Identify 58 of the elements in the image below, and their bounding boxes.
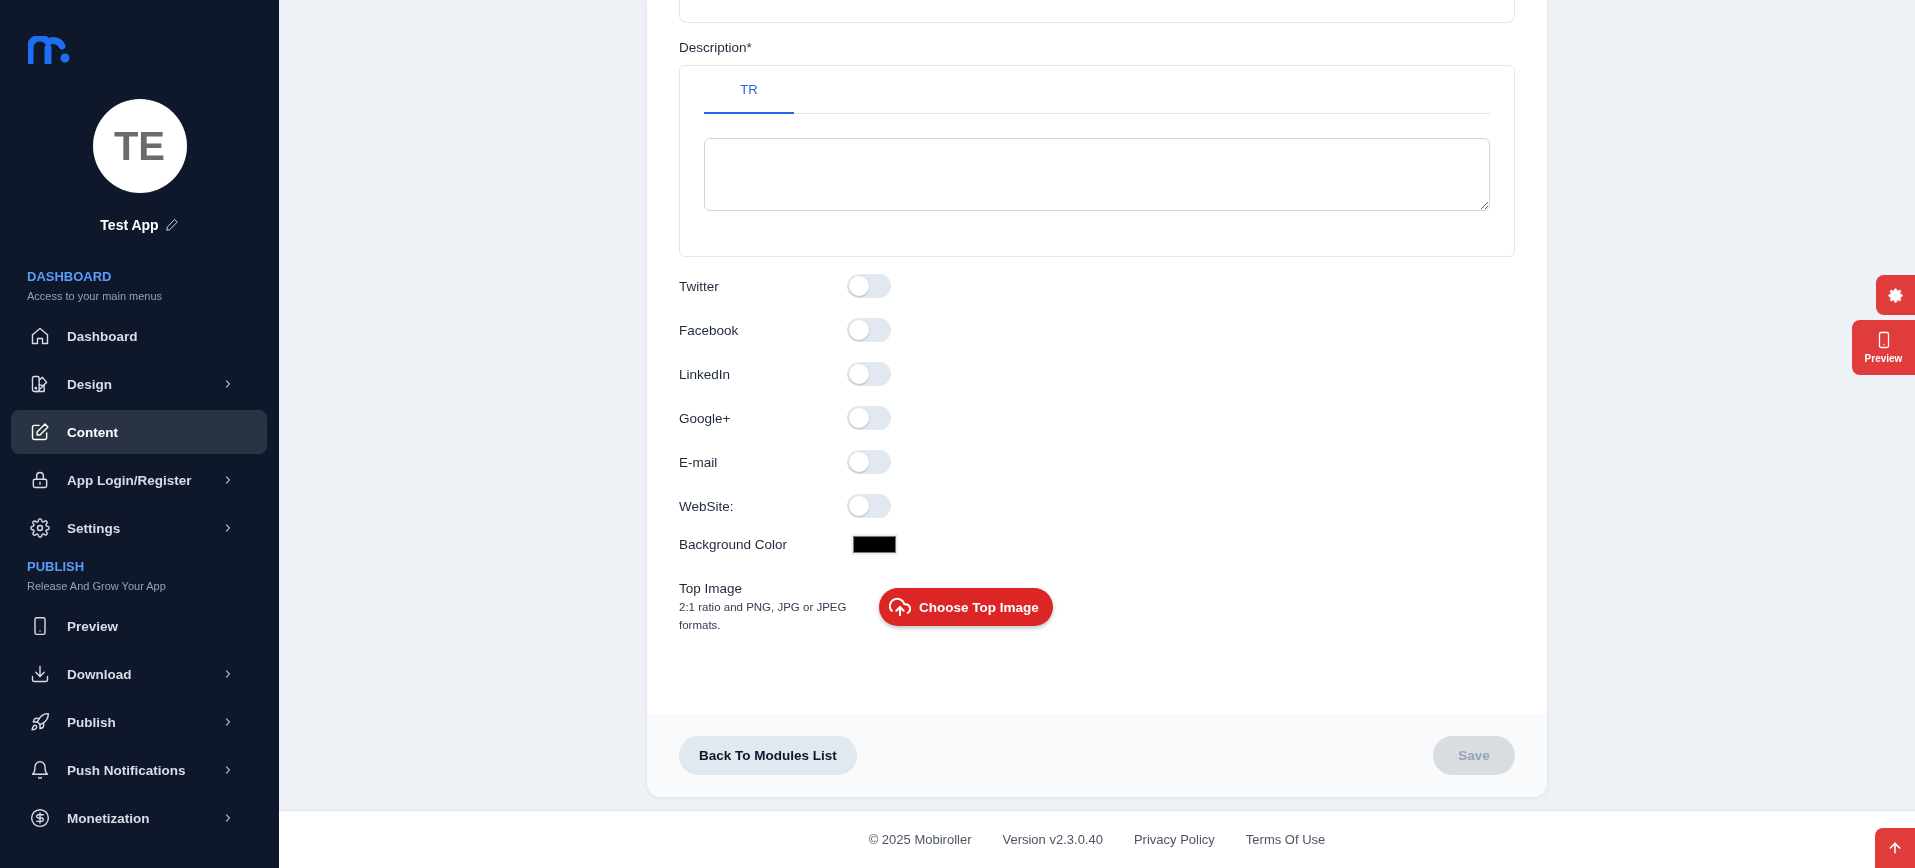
toggle-label: Facebook bbox=[679, 322, 740, 338]
menu-item[interactable]: Preview bbox=[11, 604, 267, 648]
preview-button[interactable]: Preview bbox=[1852, 320, 1915, 375]
menu-item[interactable]: App Login/Register bbox=[11, 458, 267, 502]
rocket-icon bbox=[30, 712, 50, 732]
toggle-switch[interactable] bbox=[847, 362, 891, 386]
toggle-label: E-mail bbox=[679, 454, 719, 470]
field-label: Background Color bbox=[679, 536, 789, 552]
toggle-switch[interactable] bbox=[847, 274, 891, 298]
input-field[interactable] bbox=[679, 0, 1515, 23]
menu-item[interactable]: Content bbox=[11, 410, 267, 454]
choose-image-button[interactable]: Choose Top Image bbox=[879, 588, 1053, 626]
settings-button[interactable] bbox=[1876, 275, 1915, 315]
app-name: Test App bbox=[100, 217, 159, 233]
footer-text: Version v2.3.0.40 bbox=[1002, 832, 1103, 847]
section-title: PUBLISH bbox=[27, 559, 86, 575]
toggle-label: LinkedIn bbox=[679, 366, 732, 382]
toggle-switch[interactable] bbox=[847, 318, 891, 342]
language-tab[interactable]: TR bbox=[704, 66, 794, 114]
avatar: TE bbox=[92, 99, 187, 193]
home-icon bbox=[30, 326, 50, 346]
logo-icon bbox=[28, 36, 72, 64]
toggle-label: WebSite: bbox=[679, 498, 735, 514]
toggle-switch[interactable] bbox=[847, 494, 891, 518]
footer-link[interactable]: Privacy Policy bbox=[1133, 832, 1215, 847]
section-title: DASHBOARD bbox=[27, 269, 113, 285]
field-label: Description* bbox=[679, 39, 753, 57]
section-subtitle: Release And Grow Your App bbox=[27, 579, 167, 594]
download-icon bbox=[30, 664, 50, 684]
hint-text: 2:1 ratio and PNG, JPG or JPEG formats. bbox=[679, 600, 848, 633]
toggle-switch[interactable] bbox=[847, 406, 891, 430]
color-swatch[interactable] bbox=[851, 533, 898, 555]
cloud-upload-icon bbox=[889, 596, 911, 618]
section-subtitle: Access to your main menus bbox=[27, 289, 164, 304]
edit-icon bbox=[30, 422, 50, 442]
back-button[interactable]: Back To Modules List bbox=[679, 736, 857, 775]
menu-item[interactable]: Publish bbox=[11, 700, 267, 744]
footer-link[interactable]: Terms Of Use bbox=[1245, 832, 1326, 847]
toggle-label: Google+ bbox=[679, 410, 732, 426]
description-textarea[interactable] bbox=[704, 138, 1490, 211]
menu-item[interactable]: Push Notifications bbox=[11, 748, 267, 792]
footer-text: © 2025 Mobiroller bbox=[868, 832, 972, 847]
toggle-switch[interactable] bbox=[847, 450, 891, 474]
dollar-icon bbox=[30, 808, 50, 828]
palette-icon bbox=[30, 374, 50, 394]
field-label: Top Image bbox=[679, 580, 744, 598]
menu-item[interactable]: Download bbox=[11, 652, 267, 696]
settings-icon bbox=[1888, 287, 1903, 303]
pencil-icon bbox=[164, 218, 179, 232]
menu-item[interactable]: Settings bbox=[11, 506, 267, 550]
bell-icon bbox=[30, 760, 50, 780]
toggle-label: Twitter bbox=[679, 278, 720, 294]
lock-icon bbox=[30, 470, 50, 490]
menu-item[interactable]: Dashboard bbox=[11, 314, 267, 358]
menu-item[interactable]: Design bbox=[11, 362, 267, 406]
settings-icon bbox=[30, 518, 50, 538]
scroll-top-button[interactable] bbox=[1875, 828, 1915, 868]
menu-item[interactable]: Monetization bbox=[11, 796, 267, 840]
